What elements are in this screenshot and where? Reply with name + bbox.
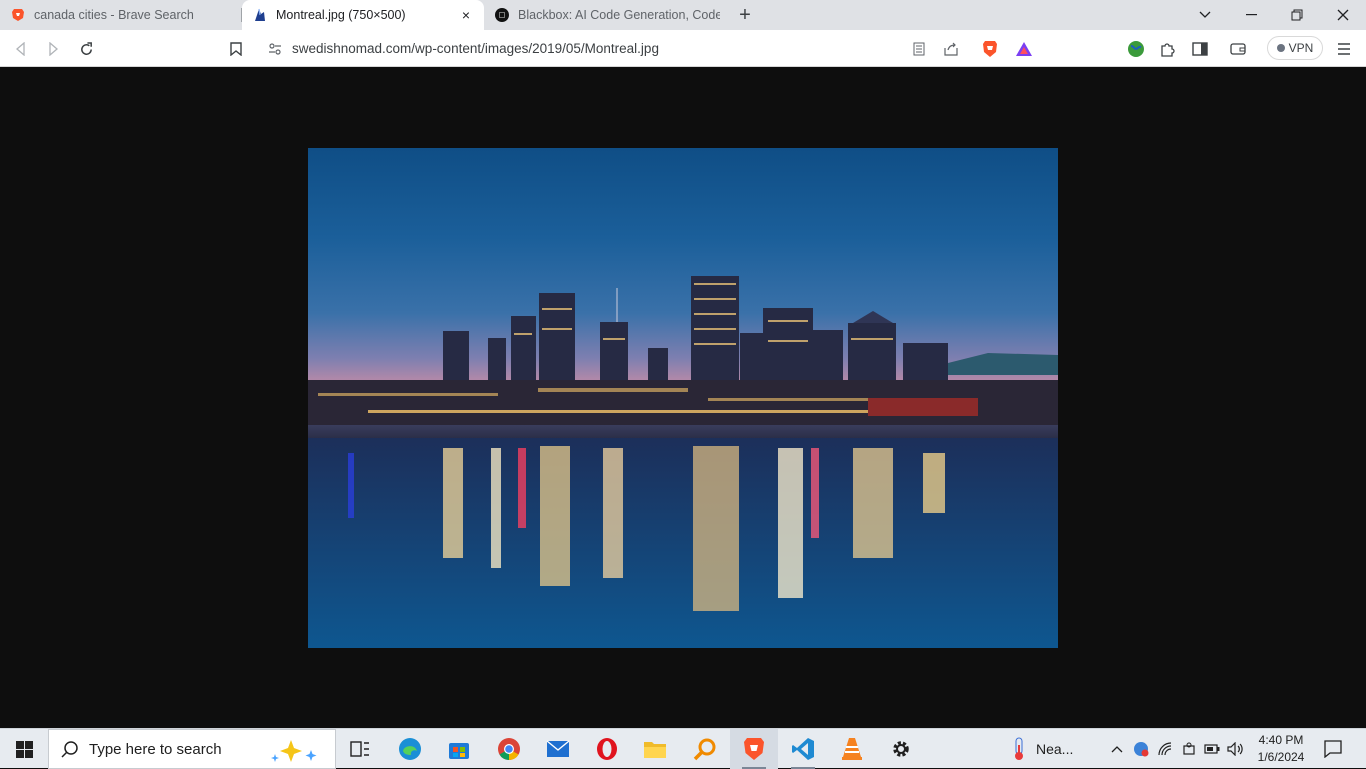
search-icon	[61, 740, 79, 758]
search-app-icon[interactable]	[681, 729, 729, 769]
vpn-status-icon	[1276, 44, 1285, 52]
chrome-icon[interactable]	[485, 729, 533, 769]
reload-icon[interactable]	[75, 38, 97, 60]
meet-now-icon[interactable]	[1178, 729, 1200, 769]
windows-start-icon[interactable]	[0, 729, 48, 769]
vpn-label: VPN	[1288, 41, 1314, 55]
opera-icon[interactable]	[583, 729, 631, 769]
close-window-icon[interactable]	[1320, 0, 1366, 30]
brave-rewards-icon[interactable]	[1013, 38, 1035, 60]
restore-icon[interactable]	[1274, 0, 1320, 30]
tab-strip: canada cities - Brave Search Montreal.jp…	[0, 0, 1366, 30]
tab-blackbox[interactable]: Blackbox: AI Code Generation, Code C	[484, 0, 730, 30]
search-placeholder: Type here to search	[89, 740, 222, 758]
reader-mode-icon[interactable]	[908, 38, 930, 60]
forward-icon[interactable]	[42, 38, 64, 60]
mail-icon[interactable]	[534, 729, 582, 769]
microsoft-store-icon[interactable]	[435, 729, 483, 769]
tab-title: Blackbox: AI Code Generation, Code C	[518, 8, 720, 22]
brave-taskbar-icon[interactable]	[730, 729, 778, 769]
bookmark-icon[interactable]	[225, 38, 247, 60]
back-icon[interactable]	[10, 38, 32, 60]
show-hidden-icons-chevron-icon[interactable]	[1106, 729, 1128, 769]
brave-lion-icon	[10, 7, 26, 23]
tray-app-icon[interactable]	[1130, 729, 1152, 769]
blackbox-icon	[494, 7, 510, 23]
minimize-icon[interactable]	[1228, 0, 1274, 30]
address-bar[interactable]: swedishnomad.com/wp-content/images/2019/…	[258, 34, 1042, 63]
menu-icon[interactable]	[1333, 38, 1355, 60]
tab-title: canada cities - Brave Search	[34, 8, 194, 22]
montreal-photo[interactable]	[308, 148, 1058, 648]
montreal-favicon-icon	[252, 7, 268, 23]
battery-icon[interactable]	[1201, 729, 1223, 769]
edge-icon[interactable]	[386, 729, 434, 769]
url-text: swedishnomad.com/wp-content/images/2019/…	[292, 41, 659, 56]
wallet-icon[interactable]	[1227, 38, 1249, 60]
thermometer-icon	[1012, 737, 1026, 761]
tab-montreal-jpg[interactable]: Montreal.jpg (750×500) ×	[242, 0, 484, 30]
network-icon[interactable]	[1155, 729, 1177, 769]
volume-icon[interactable]	[1224, 729, 1248, 769]
task-view-icon[interactable]	[336, 729, 384, 769]
tab-search-chevron-icon[interactable]	[1182, 0, 1228, 30]
windows-taskbar: Type here to search Nea... 4:40 PM 1/6/2…	[0, 728, 1366, 769]
notifications-icon[interactable]	[1318, 729, 1348, 769]
close-tab-icon[interactable]: ×	[458, 7, 474, 23]
skyline-illustration	[308, 276, 1058, 648]
vscode-icon[interactable]	[779, 729, 827, 769]
sidebar-icon[interactable]	[1189, 38, 1211, 60]
vlc-icon[interactable]	[828, 729, 876, 769]
share-icon[interactable]	[940, 38, 962, 60]
weather-widget[interactable]: Nea...	[1012, 729, 1098, 769]
image-viewer	[0, 67, 1366, 728]
vpn-button[interactable]: VPN	[1267, 36, 1323, 60]
clock-time: 4:40 PM	[1258, 733, 1304, 747]
extension-globe-icon[interactable]	[1125, 38, 1147, 60]
brave-shields-icon[interactable]	[979, 38, 1001, 60]
site-settings-icon[interactable]	[264, 38, 286, 60]
tab-title: Montreal.jpg (750×500)	[276, 8, 406, 22]
new-tab-button[interactable]: +	[730, 0, 760, 30]
clock[interactable]: 4:40 PM 1/6/2024	[1250, 729, 1312, 769]
copilot-sparkle-icon	[267, 738, 327, 764]
taskbar-search-box[interactable]: Type here to search	[48, 729, 336, 769]
file-explorer-icon[interactable]	[631, 729, 679, 769]
settings-gear-icon[interactable]	[877, 729, 925, 769]
clock-date: 1/6/2024	[1257, 750, 1305, 764]
browser-toolbar: swedishnomad.com/wp-content/images/2019/…	[0, 30, 1366, 67]
extensions-puzzle-icon[interactable]	[1157, 38, 1179, 60]
weather-label: Nea...	[1036, 741, 1074, 757]
tab-brave-search[interactable]: canada cities - Brave Search	[0, 0, 242, 30]
